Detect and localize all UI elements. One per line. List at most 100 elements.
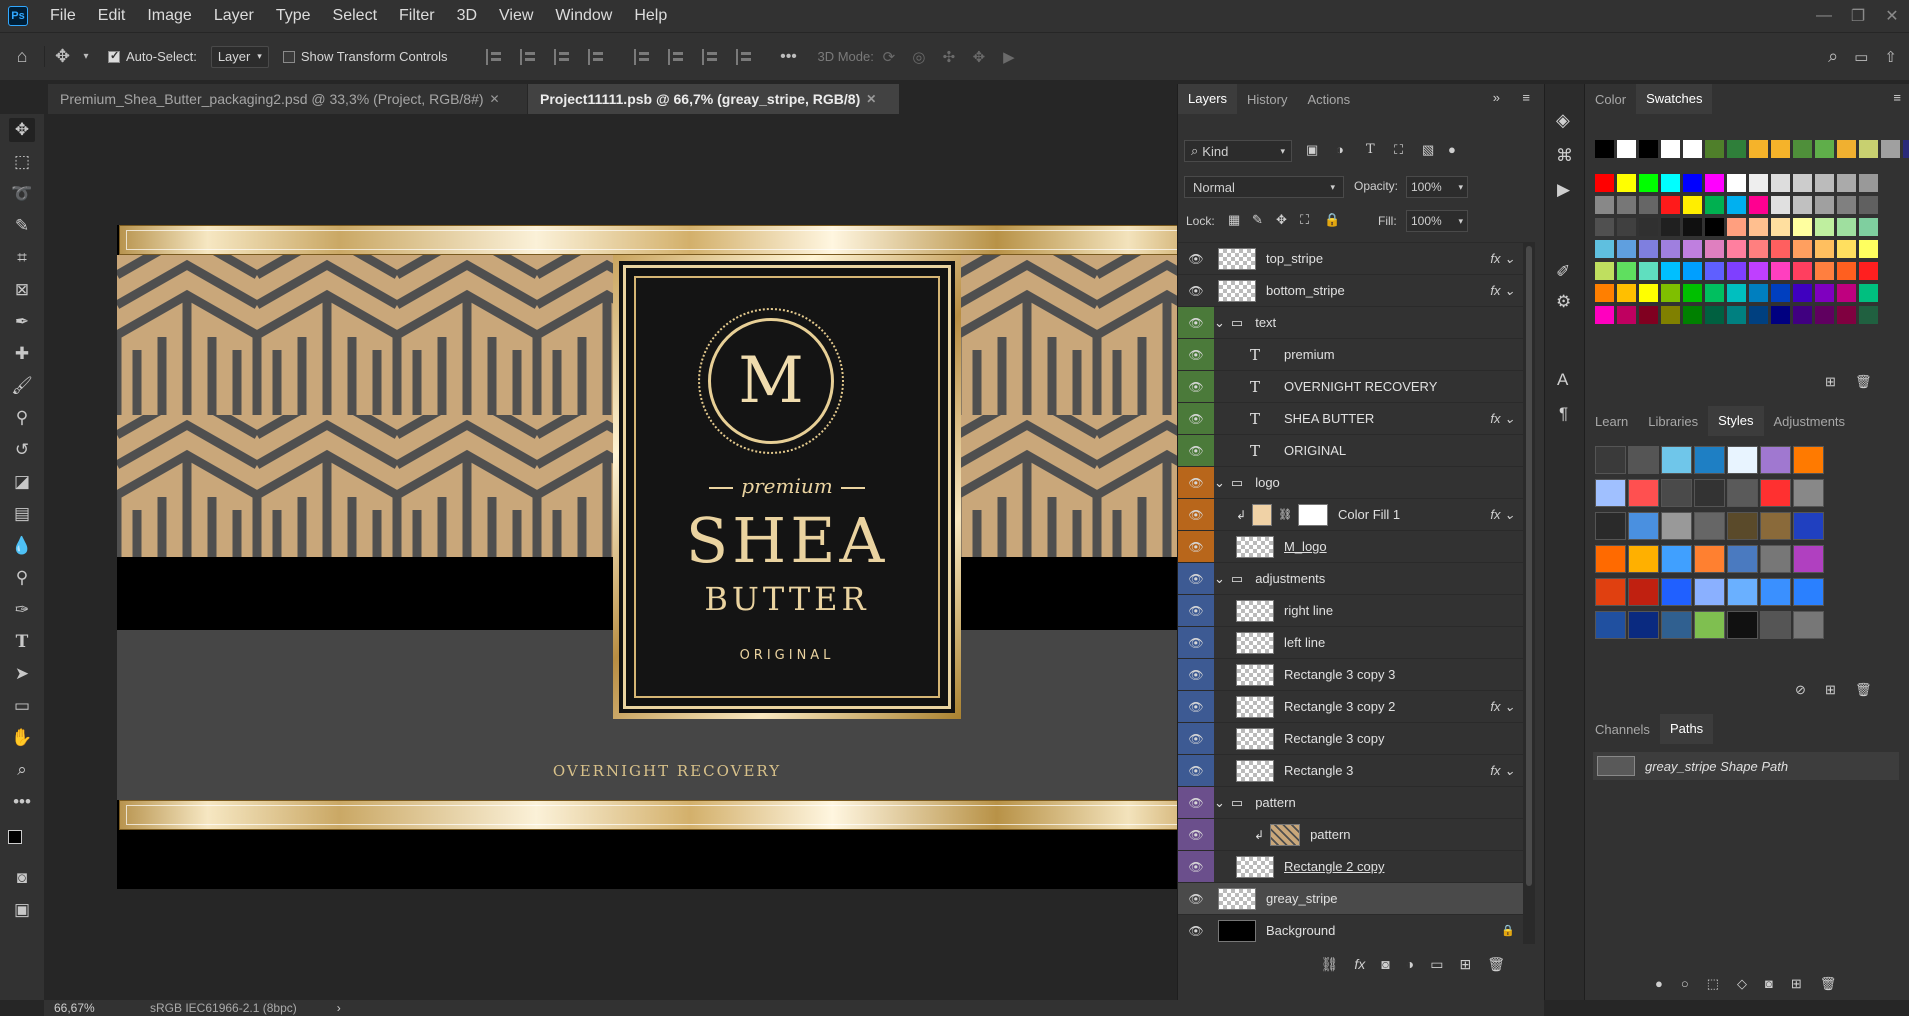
layer-row[interactable]: 👁 left line	[1178, 626, 1523, 659]
auto-select-target-dropdown[interactable]: Layer ▾	[210, 45, 269, 68]
layer-name[interactable]: left line	[1284, 635, 1325, 650]
visibility-eye-icon[interactable]: 👁	[1178, 818, 1214, 851]
filter-type-icon[interactable]: T	[1366, 142, 1375, 157]
color-swatch[interactable]	[1771, 174, 1790, 192]
frame-icon[interactable]: ⊠	[9, 278, 35, 302]
rectangle-shape-icon[interactable]: ▭	[9, 694, 35, 718]
group-chevron-icon[interactable]: ⌄	[1214, 795, 1225, 811]
color-swatch[interactable]	[1661, 140, 1680, 158]
layer-row[interactable]: 👁 right line	[1178, 594, 1523, 627]
style-tile[interactable]	[1694, 578, 1725, 606]
color-swatch[interactable]	[1793, 218, 1812, 236]
fill-input[interactable]: 100% ▾	[1406, 210, 1468, 232]
layer-name[interactable]: Color Fill 1	[1338, 507, 1400, 522]
layer-effects-icon[interactable]: fx ⌄	[1490, 251, 1515, 267]
color-swatch[interactable]	[1859, 174, 1878, 192]
color-swatch[interactable]	[1837, 174, 1856, 192]
layer-row[interactable]: 👁 Tpremium	[1178, 338, 1523, 371]
style-tile[interactable]	[1694, 479, 1725, 507]
color-swatch[interactable]	[1859, 140, 1878, 158]
layer-name[interactable]: Rectangle 2 copy	[1284, 859, 1384, 874]
filter-adjustment-icon[interactable]: ◑	[1336, 142, 1344, 157]
auto-select-checkbox[interactable]	[108, 49, 120, 63]
layer-row[interactable]: 👁 T SHEA BUTTER fx ⌄	[1178, 402, 1523, 435]
style-tile[interactable]	[1727, 479, 1758, 507]
layer-name[interactable]: logo	[1255, 475, 1280, 490]
visibility-eye-icon[interactable]: 👁	[1178, 275, 1214, 307]
color-swatch[interactable]	[1727, 140, 1746, 158]
visibility-eye-icon[interactable]: 👁	[1178, 466, 1214, 499]
layer-name[interactable]: right line	[1284, 603, 1333, 618]
align-top-icon[interactable]	[633, 48, 652, 65]
align-middle-v-icon[interactable]	[667, 48, 686, 65]
screen-mode-icon[interactable]: ▣	[9, 898, 35, 922]
color-swatch[interactable]	[1749, 196, 1768, 214]
color-swatch[interactable]	[1749, 140, 1768, 158]
color-swatch[interactable]	[1595, 196, 1614, 214]
color-swatch[interactable]	[1639, 218, 1658, 236]
layer-name[interactable]: SHEA BUTTER	[1284, 411, 1374, 426]
close-window-button[interactable]: ✕	[1875, 6, 1909, 26]
tab-history[interactable]: History	[1237, 84, 1297, 114]
layer-row[interactable]: 👁 Rectangle 3 copy 3	[1178, 658, 1523, 691]
layer-row[interactable]: 👁 Rectangle 3 copy	[1178, 722, 1523, 755]
visibility-eye-icon[interactable]: 👁	[1178, 850, 1214, 883]
style-tile[interactable]	[1727, 545, 1758, 573]
style-tile[interactable]	[1628, 512, 1659, 540]
color-swatch[interactable]	[1859, 262, 1878, 280]
layer-name[interactable]: Rectangle 3 copy 2	[1284, 699, 1395, 714]
visibility-eye-icon[interactable]: 👁	[1178, 338, 1214, 371]
swatches-grid[interactable]	[1595, 140, 1909, 366]
color-swatch[interactable]	[1595, 262, 1614, 280]
dodge-icon[interactable]: ⚲	[9, 566, 35, 590]
color-swatch[interactable]	[1683, 174, 1702, 192]
visibility-eye-icon[interactable]: 👁	[1178, 626, 1214, 659]
layer-row[interactable]: 👁 T ORIGINAL	[1178, 434, 1523, 467]
delete-path-icon[interactable]: 🗑	[1820, 976, 1837, 992]
align-left-icon[interactable]	[485, 48, 504, 65]
style-tile[interactable]	[1694, 611, 1725, 639]
new-swatch-icon[interactable]: ⊞	[1825, 374, 1836, 390]
filter-pixel-icon[interactable]: ▣	[1306, 142, 1318, 158]
new-path-icon[interactable]: ⊞	[1791, 976, 1802, 992]
color-swatch[interactable]	[1661, 174, 1680, 192]
color-swatch[interactable]	[1639, 140, 1658, 158]
visibility-eye-icon[interactable]: 👁	[1178, 658, 1214, 691]
style-tile[interactable]	[1595, 545, 1626, 573]
lock-all-icon[interactable]: 🔒	[1324, 212, 1340, 228]
color-swatch[interactable]	[1705, 140, 1724, 158]
style-tile[interactable]	[1793, 545, 1824, 573]
properties-icon[interactable]: ⚙	[1556, 292, 1571, 312]
layer-row[interactable]: 👁 ⌄ ▭ pattern	[1178, 786, 1523, 819]
color-swatch[interactable]	[1683, 240, 1702, 258]
blur-icon[interactable]: 💧	[9, 534, 35, 558]
color-swatch[interactable]	[1859, 218, 1878, 236]
style-tile[interactable]	[1793, 446, 1824, 474]
layer-row[interactable]: 👁 ↲ ⛓ Color Fill 1 fx ⌄	[1178, 498, 1523, 531]
status-menu-arrow[interactable]: ›	[337, 1001, 341, 1015]
add-mask-icon[interactable]: ◙	[1381, 956, 1389, 972]
history-panel-icon[interactable]: ⌘	[1556, 146, 1573, 166]
color-swatch[interactable]	[1595, 174, 1614, 192]
layer-name[interactable]: M_logo	[1284, 539, 1327, 554]
menu-window[interactable]: Window	[555, 7, 626, 25]
visibility-eye-icon[interactable]: 👁	[1178, 402, 1214, 435]
visibility-eye-icon[interactable]: 👁	[1178, 915, 1214, 947]
color-swatch[interactable]	[1617, 218, 1636, 236]
adjustment-layer-icon[interactable]: ◑	[1406, 956, 1414, 972]
brush-icon[interactable]: 🖌	[9, 374, 35, 398]
layer-row[interactable]: 👁 Rectangle 3 fx ⌄	[1178, 754, 1523, 787]
style-tile[interactable]	[1694, 446, 1725, 474]
filter-smart-object-icon[interactable]: ▧	[1422, 142, 1434, 158]
style-tile[interactable]	[1793, 611, 1824, 639]
pen-icon[interactable]: ✑	[9, 598, 35, 622]
visibility-eye-icon[interactable]: 👁	[1178, 786, 1214, 819]
layer-row[interactable]: 👁 T OVERNIGHT RECOVERY	[1178, 370, 1523, 403]
brush-settings-icon[interactable]: ✐	[1556, 262, 1570, 282]
visibility-eye-icon[interactable]: 👁	[1178, 434, 1214, 467]
chevron-down-icon[interactable]: ▾	[80, 51, 92, 62]
layer-effects-icon[interactable]: fx ⌄	[1490, 699, 1515, 715]
menu-filter[interactable]: Filter	[399, 7, 449, 25]
style-tile[interactable]	[1727, 512, 1758, 540]
color-swatch[interactable]	[1661, 284, 1680, 302]
